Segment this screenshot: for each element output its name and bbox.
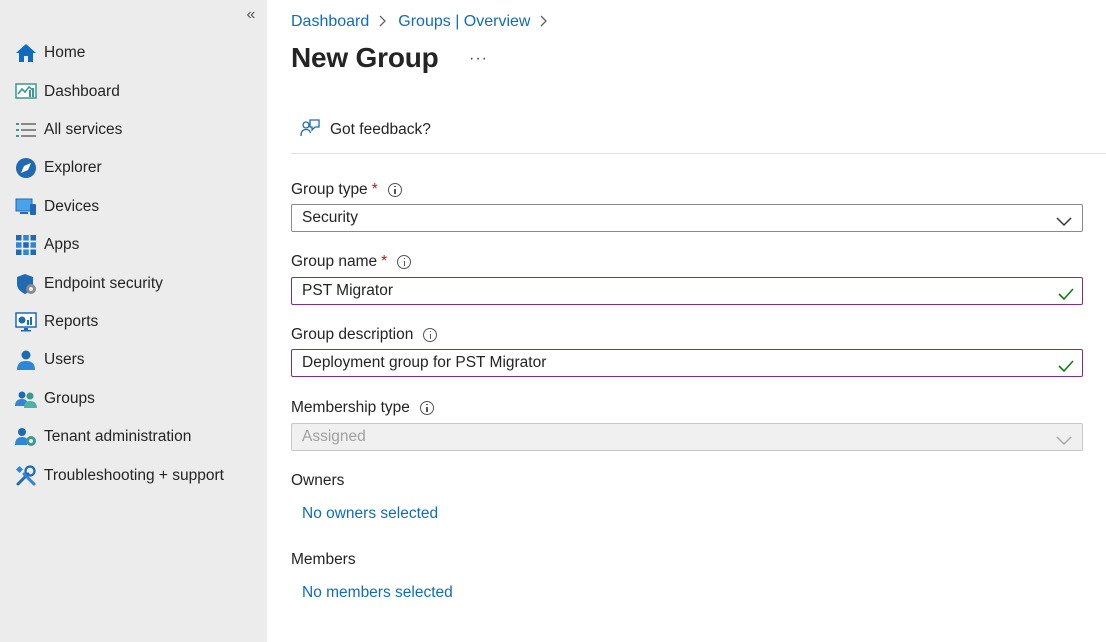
membership-type-value: Assigned [302,428,366,445]
checkmark-icon [1058,284,1074,301]
select-owners-link[interactable]: No owners selected [302,505,438,523]
tools-icon [15,465,37,487]
user-icon [15,349,37,371]
sidebar-item-endpoint-security[interactable]: Endpoint security [0,265,267,301]
required-marker: * [381,253,388,270]
membership-type-dropdown: Assigned [291,423,1083,451]
membership-type-label-text: Membership type [291,399,410,416]
info-icon[interactable] [419,401,434,415]
info-icon[interactable] [423,328,438,342]
command-bar: Got feedback? [291,111,1106,154]
more-options-button[interactable]: ··· [469,50,488,68]
group-description-value: Deployment group for PST Migrator [302,354,547,371]
sidebar-item-dashboard[interactable]: Dashboard [0,73,267,109]
group-name-value: PST Migrator [302,282,394,299]
sidebar-item-label: Explorer [44,159,102,176]
sidebar-item-devices[interactable]: Devices [0,188,267,224]
group-name-label-text: Group name [291,253,378,270]
sidebar-item-troubleshooting-support[interactable]: Troubleshooting + support [0,457,267,493]
sidebar-item-label: Troubleshooting + support [44,467,224,484]
groups-icon [15,388,37,410]
sidebar: « Home Dashboard All services Explorer D… [0,0,267,642]
tenant-admin-icon [15,426,37,448]
feedback-label: Got feedback? [330,121,431,138]
sidebar-item-label: Apps [44,236,80,253]
sidebar-item-explorer[interactable]: Explorer [0,149,267,185]
sidebar-item-label: Users [44,351,85,368]
group-name-label: Group name * [291,253,412,271]
sidebar-item-all-services[interactable]: All services [0,111,267,147]
apps-grid-icon [15,234,37,256]
breadcrumb: Dashboard Groups | Overview [291,11,559,33]
chevron-down-icon [1056,211,1072,227]
sidebar-item-apps[interactable]: Apps [0,226,267,262]
sidebar-item-label: Tenant administration [44,428,192,445]
required-marker: * [371,181,378,198]
page-title: New Group [291,42,439,73]
chevron-down-icon [1056,430,1072,446]
shield-icon [15,273,37,295]
group-description-input[interactable]: Deployment group for PST Migrator [291,349,1083,377]
sidebar-item-label: Home [44,44,86,61]
sidebar-item-label: Devices [44,198,100,215]
sidebar-item-label: Groups [44,390,95,407]
collapse-sidebar-button[interactable]: « [242,6,260,24]
home-icon [15,42,37,64]
feedback-icon [300,118,320,143]
group-type-value: Security [302,209,358,226]
explorer-icon [15,157,37,179]
dashboard-icon [15,81,37,103]
members-label: Members [291,551,356,568]
membership-type-label: Membership type [291,399,434,417]
sidebar-item-users[interactable]: Users [0,341,267,377]
group-type-label-text: Group type [291,181,368,198]
sidebar-item-groups[interactable]: Groups [0,380,267,416]
chevron-right-icon [540,14,548,30]
feedback-button[interactable]: Got feedback? [300,118,431,143]
sidebar-item-label: Reports [44,313,99,330]
info-icon[interactable] [397,255,412,269]
group-type-label: Group type * [291,181,402,199]
breadcrumb-groups-overview-link[interactable]: Groups | Overview [398,13,530,31]
devices-icon [15,196,37,218]
owners-label: Owners [291,472,345,489]
sidebar-item-label: Dashboard [44,83,120,100]
list-icon [15,119,37,141]
sidebar-item-home[interactable]: Home [0,34,267,70]
breadcrumb-dashboard-link[interactable]: Dashboard [291,13,369,31]
group-description-label-text: Group description [291,326,414,343]
sidebar-item-tenant-administration[interactable]: Tenant administration [0,418,267,454]
checkmark-icon [1058,356,1074,373]
select-members-link[interactable]: No members selected [302,584,453,602]
group-type-dropdown[interactable]: Security [291,204,1083,232]
sidebar-item-reports[interactable]: Reports [0,303,267,339]
group-description-label: Group description [291,326,438,344]
group-name-input[interactable]: PST Migrator [291,277,1083,305]
chevron-right-icon [379,14,387,30]
info-icon[interactable] [387,183,402,197]
main-content: Dashboard Groups | Overview New Group ··… [291,0,1106,642]
sidebar-item-label: Endpoint security [44,275,163,292]
reports-icon [15,311,37,333]
sidebar-item-label: All services [44,121,123,138]
